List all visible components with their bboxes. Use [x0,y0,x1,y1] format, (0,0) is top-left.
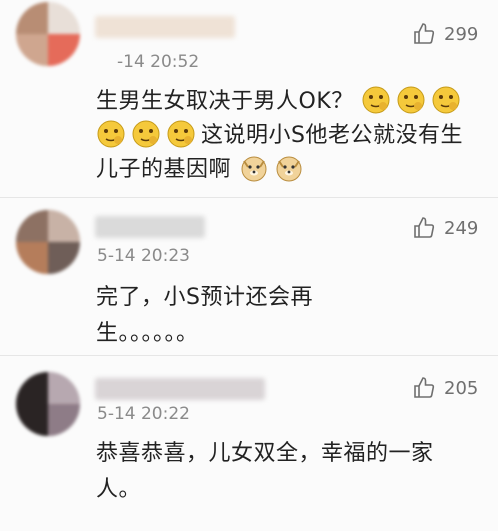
thinking-face-icon [166,119,196,149]
like-button[interactable]: 249 [412,216,478,240]
comment-text-line: 这说明小S他老公就没有生 [201,123,463,148]
comment-text-row-3: 儿子的基因啊 [96,152,486,188]
comment-1: -14 20:52 299 生男生女取决于男人OK？ 这说明小S他老公就没有生 … [0,0,498,196]
comment-time: -14 20:52 [117,52,200,72]
comment-text-line: 生。。。。。。 [96,321,199,346]
username-blurred[interactable] [95,16,235,38]
comment-text-line: 生男生女取决于男人OK？ [96,89,354,114]
comment-3: 5-14 20:22 205 恭喜恭喜，儿女双全，幸福的一家 人。 [0,356,498,531]
thinking-face-icon [131,119,161,149]
avatar[interactable] [16,2,80,66]
thinking-face-icon [96,119,126,149]
thinking-face-icon [396,85,426,115]
thumbs-up-icon [414,217,435,238]
comment-text: 恭喜恭喜，儿女双全，幸福的一家 人。 [96,436,486,508]
like-count: 299 [444,23,479,45]
comment-text-line: 恭喜恭喜，儿女双全，幸福的一家 [96,441,434,466]
username-blurred[interactable] [95,216,205,238]
thumbs-up-icon [414,377,435,398]
username-blurred[interactable] [95,378,265,400]
comment-text-row-2: 这说明小S他老公就没有生 [96,118,496,154]
comment-time: 5-14 20:23 [97,246,190,266]
thumbs-up-icon [414,23,435,44]
doge-icon [274,153,304,183]
comment-2: 5-14 20:23 249 完了，小S预计还会再 生。。。。。。 [0,198,498,354]
avatar[interactable] [16,372,80,436]
avatar[interactable] [16,210,80,274]
comment-text-line: 人。 [96,477,142,502]
comment-text-line: 儿子的基因啊 [96,157,232,182]
comment-time: 5-14 20:22 [97,404,190,424]
comment-text-line: 完了，小S预计还会再 [96,285,313,310]
like-button[interactable]: 299 [412,22,478,46]
comment-text: 完了，小S预计还会再 生。。。。。。 [96,280,486,352]
thinking-face-icon [431,85,461,115]
like-count: 249 [444,217,479,239]
like-count: 205 [444,377,479,399]
like-button[interactable]: 205 [412,376,478,400]
doge-icon [239,153,269,183]
comment-text: 生男生女取决于男人OK？ [96,84,486,120]
thinking-face-icon [361,85,391,115]
